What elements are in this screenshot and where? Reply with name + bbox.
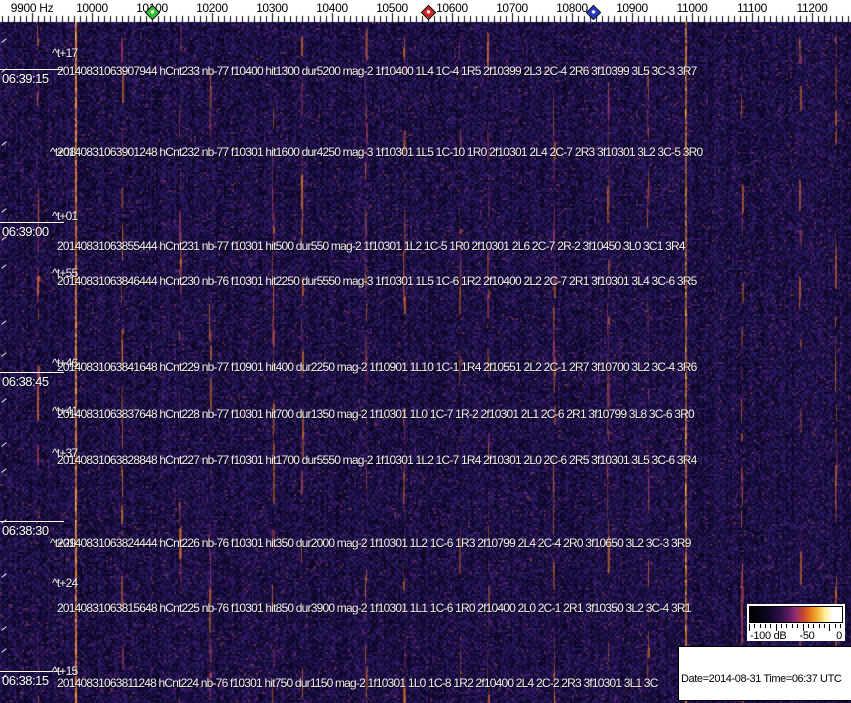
red-diamond-marker — [420, 4, 437, 21]
freq-axis-label: 10600 — [436, 1, 468, 15]
left-edge-tick — [1, 320, 7, 325]
freq-axis-label: 11200 — [796, 1, 828, 15]
freq-axis-label: 10000 — [76, 1, 108, 15]
detection-log-line: 20140831063811248 hCnt224 nb-76 f10301 h… — [57, 676, 658, 690]
detection-log-line: 20140831063846444 hCnt230 nb-76 f10301 h… — [57, 274, 697, 288]
detection-log-line: 20140831063824444 hCnt226 nb-76 f10301 h… — [57, 536, 691, 550]
time-tick-line — [0, 69, 64, 70]
event-time-marker: ^t+24 — [52, 576, 78, 590]
freq-axis-label: 10700 — [496, 1, 528, 15]
detection-log-line: 20140831063855444 hCnt231 nb-77 f10301 h… — [57, 239, 686, 253]
color-gradient-bar — [749, 606, 843, 623]
freq-axis-label: 9900 Hz — [10, 1, 54, 15]
color-scale-tick — [781, 624, 782, 628]
color-scale-tick — [760, 624, 761, 628]
color-scale-tick — [808, 624, 809, 628]
detection-log-line: 20140831063837648 hCnt228 nb-77 f10301 h… — [57, 407, 695, 421]
event-time-marker: ^t+01 — [52, 209, 78, 223]
freq-axis-label: 11000 — [676, 1, 708, 15]
detection-log-line: 20140831063828848 hCnt227 nb-77 f10301 h… — [57, 453, 697, 467]
color-scale-tick — [792, 624, 793, 628]
db-mid-label: -50 — [799, 630, 815, 642]
meteor-echo-spectrogram-window: 9900 Hz100001010010200103001040010500106… — [0, 0, 851, 703]
color-scale-tick — [824, 624, 825, 628]
color-scale-tick — [819, 624, 820, 628]
db-max-label: 0 — [836, 630, 842, 642]
freq-axis-label: 10400 — [316, 1, 348, 15]
left-edge-tick — [1, 38, 7, 43]
time-label: 06:38:30 — [2, 523, 49, 538]
time-label: 06:38:45 — [2, 374, 49, 389]
color-scale-tick — [765, 624, 766, 628]
detection-log-line: 20140831063907944 hCnt233 nb-77 f10400 h… — [57, 64, 697, 78]
spectrogram-overlay: 9900 Hz100001010010200103001040010500106… — [0, 0, 851, 703]
event-time-marker: ^t+17 — [52, 46, 78, 60]
left-edge-tick — [1, 442, 7, 447]
left-edge-tick — [1, 398, 7, 403]
time-label: 06:38:15 — [2, 673, 49, 688]
time-tick-line — [0, 521, 64, 522]
left-edge-tick — [1, 468, 7, 473]
color-scale-tick — [835, 624, 836, 628]
time-tick-line — [0, 372, 64, 373]
info-box: Date=2014-08-31 Time=06:37 UTC Freq=143 … — [678, 646, 851, 701]
left-edge-tick — [1, 264, 7, 269]
time-label: 06:39:00 — [2, 224, 49, 239]
detection-log-line: 20140831063841648 hCnt229 nb-77 f10901 h… — [57, 360, 697, 374]
color-scale-tick — [840, 624, 841, 628]
left-edge-tick — [1, 141, 7, 146]
left-edge-tick — [1, 626, 7, 631]
color-scale-tick — [813, 624, 814, 628]
color-scale-tick — [754, 624, 755, 628]
left-edge-tick — [1, 208, 7, 213]
freq-axis-label: 10200 — [196, 1, 228, 15]
left-edge-tick — [1, 648, 7, 653]
time-label: 06:39:15 — [2, 71, 49, 86]
color-scale-tick — [770, 624, 771, 628]
info-date-time: Date=2014-08-31 Time=06:37 UTC — [681, 673, 842, 685]
color-scale-labels: -100 dB -50 0 — [747, 630, 845, 642]
freq-axis-label: 10300 — [256, 1, 288, 15]
detection-log-line: 20140831063901248 hCnt232 nb-77 f10301 h… — [57, 145, 703, 159]
freq-axis-label: 10800 — [556, 1, 588, 15]
freq-axis-label: 11100 — [736, 1, 768, 15]
detection-log-line: 20140831063815648 hCnt225 nb-76 f10301 h… — [57, 601, 691, 615]
freq-axis-label: 10500 — [376, 1, 408, 15]
freq-axis-label: 10900 — [616, 1, 648, 15]
db-min-label: -100 dB — [750, 630, 787, 642]
color-scale-tick — [797, 624, 798, 628]
left-edge-tick — [1, 573, 7, 578]
color-scale-tick — [786, 624, 787, 628]
left-edge-tick — [1, 352, 7, 357]
db-color-scale: -100 dB -50 0 — [747, 604, 845, 642]
